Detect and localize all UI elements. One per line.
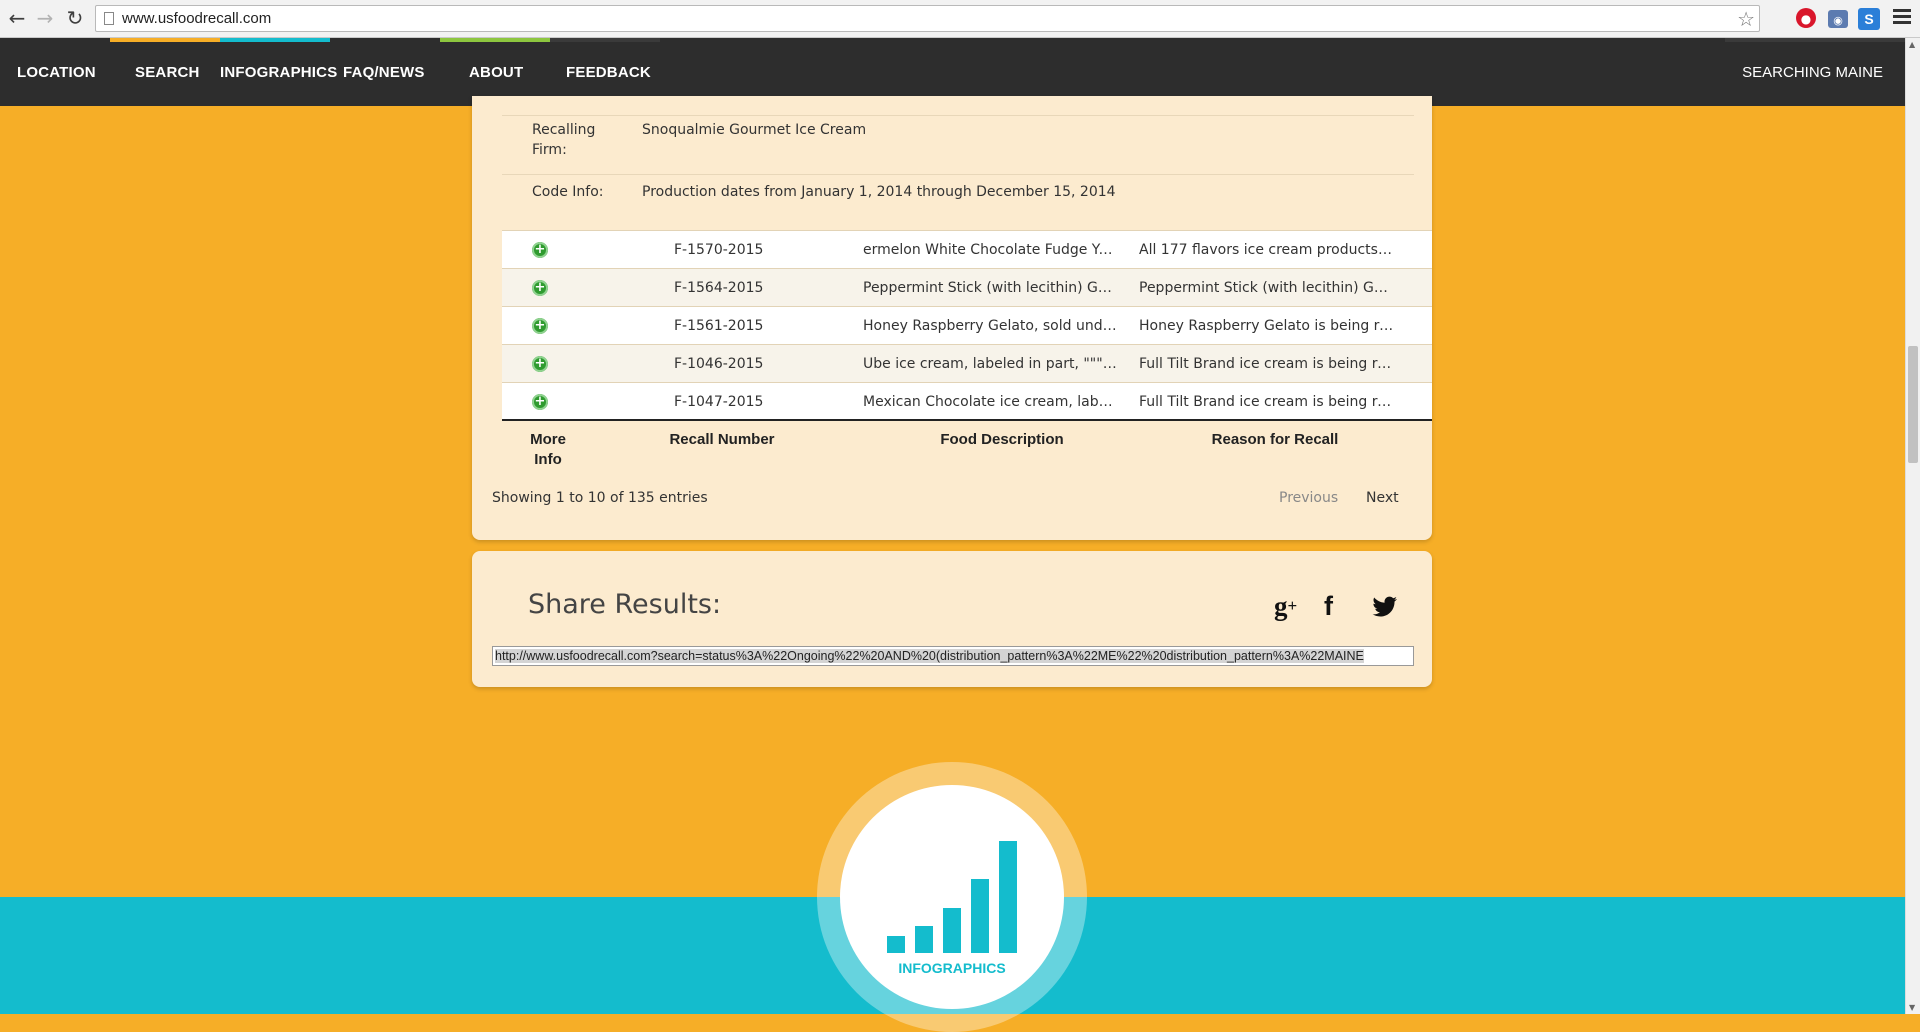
detail-row-code: Code Info: Production dates from January… <box>502 174 1414 231</box>
header-food-description[interactable]: Food Description <box>902 430 1102 450</box>
camera-extension-icon[interactable]: ◉ <box>1828 10 1848 28</box>
previous-page-button[interactable]: Previous <box>1279 490 1338 506</box>
recall-number-cell: F-1564-2015 <box>674 280 764 296</box>
browser-menu-icon[interactable] <box>1893 9 1911 27</box>
facebook-icon[interactable]: f <box>1324 591 1333 621</box>
bar-icon-2 <box>915 926 933 953</box>
expand-plus-icon[interactable]: + <box>532 318 548 334</box>
bar-chart-icon <box>887 841 1017 953</box>
expand-plus-icon[interactable]: + <box>532 280 548 296</box>
table-row[interactable]: + F-1046-2015 Ube ice cream, labeled in … <box>502 344 1432 383</box>
adblock-extension-icon[interactable]: ● <box>1796 8 1816 28</box>
scroll-up-icon[interactable]: ▲ <box>1909 40 1915 49</box>
searching-state-label[interactable]: SEARCHING MAINE <box>1742 38 1883 106</box>
table-entries-info: Showing 1 to 10 of 135 entries <box>492 490 708 506</box>
bar-icon-5 <box>999 841 1017 953</box>
scroll-down-icon[interactable]: ▼ <box>1909 1003 1915 1012</box>
table-row[interactable]: + F-1564-2015 Peppermint Stick (with lec… <box>502 268 1432 307</box>
nav-location[interactable]: LOCATION <box>17 38 96 106</box>
recall-number-cell: F-1046-2015 <box>674 356 764 372</box>
food-description-cell: Mexican Chocolate ice cream, labele... <box>863 394 1118 410</box>
food-description-cell: Ube ice cream, labeled in part, """Ful..… <box>863 356 1118 372</box>
expand-plus-icon[interactable]: + <box>532 394 548 410</box>
share-results-title: Share Results: <box>528 589 722 620</box>
page-icon <box>104 12 114 25</box>
header-recall-number[interactable]: Recall Number <box>642 430 802 450</box>
google-plus-icon[interactable]: g+ <box>1274 591 1297 621</box>
back-arrow-icon[interactable]: ← <box>6 7 28 29</box>
table-header: More Info Recall Number Food Description… <box>502 419 1432 477</box>
bookmark-star-icon[interactable]: ☆ <box>1737 7 1755 31</box>
detail-row-firm: Recalling Firm: Snoqualmie Gourmet Ice C… <box>502 115 1414 175</box>
code-info-value: Production dates from January 1, 2014 th… <box>642 184 1116 200</box>
table-row[interactable]: + F-1561-2015 Honey Raspberry Gelato, so… <box>502 306 1432 345</box>
bar-icon-1 <box>887 936 905 953</box>
share-url-field[interactable]: http://www.usfoodrecall.com?search=statu… <box>492 646 1414 666</box>
next-page-button[interactable]: Next <box>1366 490 1399 506</box>
reason-cell: Full Tilt Brand ice cream is being rec..… <box>1139 394 1394 410</box>
table-row[interactable]: + F-1570-2015 ermelon White Chocolate Fu… <box>502 230 1432 269</box>
reason-cell: All 177 flavors ice cream products ar... <box>1139 242 1394 258</box>
recall-number-cell: F-1561-2015 <box>674 318 764 334</box>
browser-toolbar: ← → ↻ www.usfoodrecall.com ☆ ● ◉ S <box>0 0 1920 38</box>
bar-icon-3 <box>943 908 961 953</box>
header-more-info[interactable]: More Info <box>518 430 578 470</box>
bar-icon-4 <box>971 879 989 953</box>
table-row[interactable]: + F-1047-2015 Mexican Chocolate ice crea… <box>502 382 1432 421</box>
share-url-text[interactable]: http://www.usfoodrecall.com?search=statu… <box>495 649 1364 663</box>
recalling-firm-label: Recalling Firm: <box>532 122 596 158</box>
food-description-cell: ermelon White Chocolate Fudge Yak... <box>863 242 1118 258</box>
recall-number-cell: F-1570-2015 <box>674 242 764 258</box>
nav-faq-news[interactable]: FAQ/NEWS <box>343 38 425 106</box>
address-bar-url[interactable]: www.usfoodrecall.com <box>122 10 271 27</box>
recalling-firm-value: Snoqualmie Gourmet Ice Cream <box>642 122 867 138</box>
infographics-label[interactable]: INFOGRAPHICS <box>840 960 1064 976</box>
nav-search[interactable]: SEARCH <box>135 38 200 106</box>
nav-infographics[interactable]: INFOGRAPHICS <box>220 38 337 106</box>
reason-cell: Peppermint Stick (with lecithin) Gelat..… <box>1139 280 1394 296</box>
reason-cell: Honey Raspberry Gelato is being rec... <box>1139 318 1394 334</box>
scroll-thumb[interactable] <box>1908 346 1918 463</box>
code-info-label: Code Info: <box>532 184 604 200</box>
address-bar[interactable]: www.usfoodrecall.com ☆ <box>95 5 1760 32</box>
results-card: Recalling Firm: Snoqualmie Gourmet Ice C… <box>472 96 1432 540</box>
reload-icon[interactable]: ↻ <box>64 7 86 29</box>
header-reason-for-recall[interactable]: Reason for Recall <box>1175 430 1375 450</box>
food-description-cell: Peppermint Stick (with lecithin) Gelat..… <box>863 280 1118 296</box>
twitter-icon[interactable] <box>1372 591 1398 624</box>
food-description-cell: Honey Raspberry Gelato, sold under ... <box>863 318 1118 334</box>
s-extension-icon[interactable]: S <box>1858 8 1880 30</box>
page-scrollbar[interactable]: ▲ ▼ <box>1905 38 1920 1014</box>
forward-arrow-icon[interactable]: → <box>34 7 56 29</box>
share-card: Share Results: g+ f http://www.usfoodrec… <box>472 551 1432 687</box>
recall-number-cell: F-1047-2015 <box>674 394 764 410</box>
expand-plus-icon[interactable]: + <box>532 242 548 258</box>
reason-cell: Full Tilt Brand ice cream is being rec..… <box>1139 356 1394 372</box>
expand-plus-icon[interactable]: + <box>532 356 548 372</box>
